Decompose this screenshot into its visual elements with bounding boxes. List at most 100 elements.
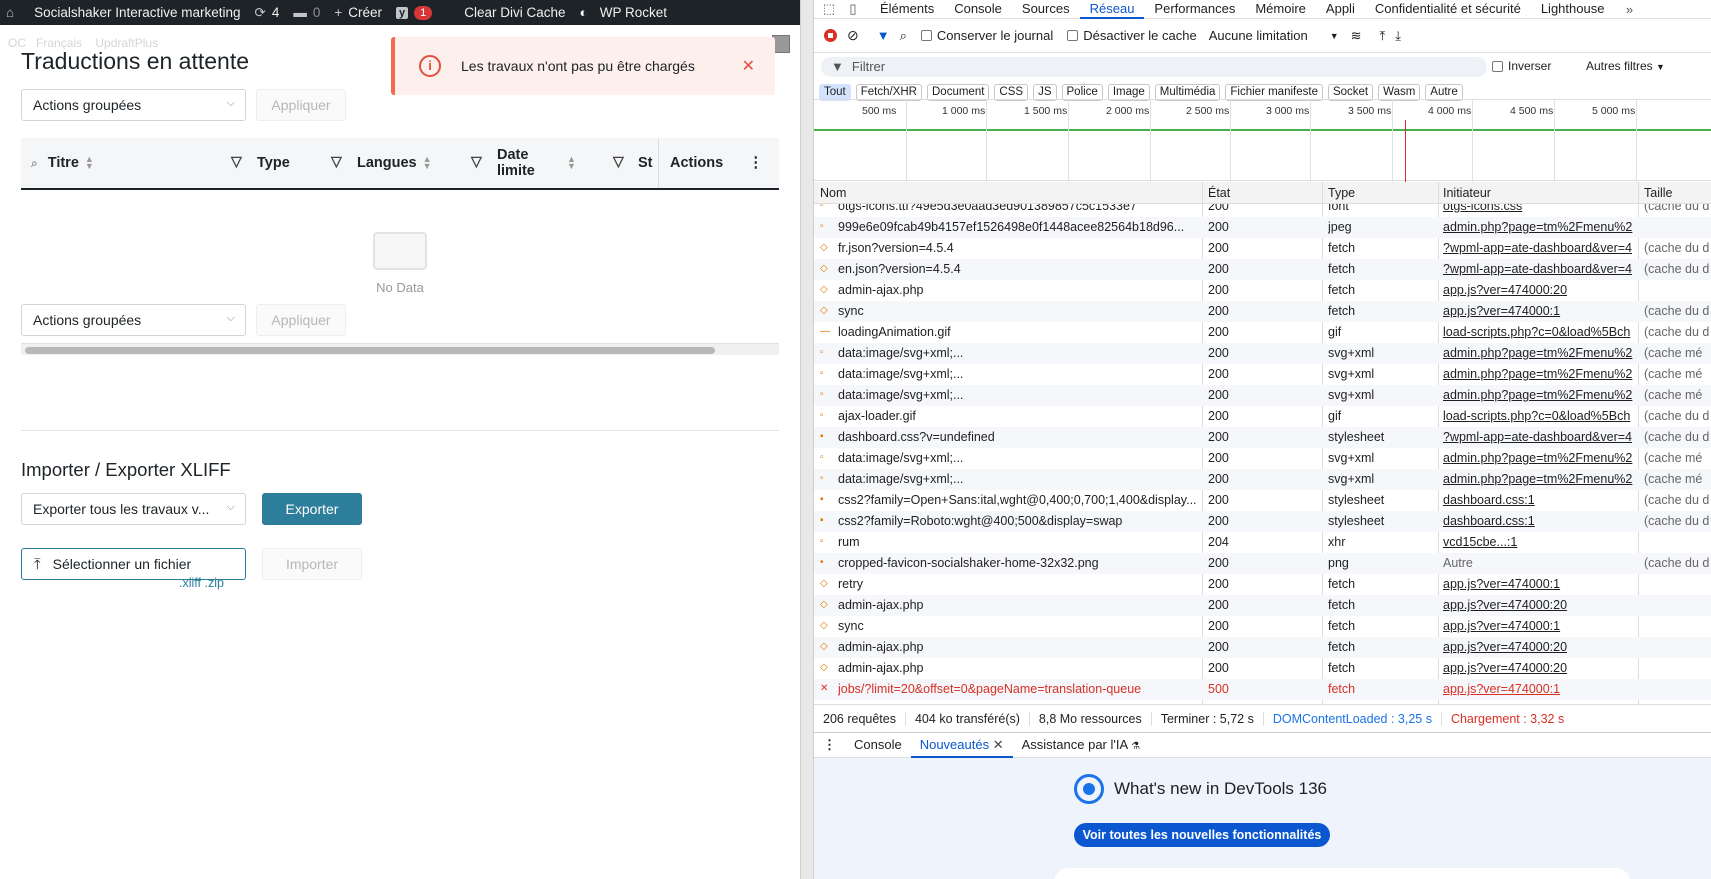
device-toolbar-icon[interactable]: ▯: [844, 1, 862, 17]
devtools-tab-3[interactable]: Réseau: [1079, 0, 1145, 19]
filter-chip-0[interactable]: Tout: [819, 83, 851, 101]
request-row[interactable]: ◇ fr.json?version=4.5.4 200 fetch ?wpml-app=…: [814, 238, 1711, 259]
table-scrollbar[interactable]: [21, 343, 779, 355]
column-initiator[interactable]: Initiateur: [1443, 186, 1491, 200]
close-icon[interactable]: ✕: [993, 737, 1004, 752]
request-row[interactable]: ✕ jobs/?limit=20&offset=0&pageName=transl…: [814, 679, 1711, 700]
home-icon[interactable]: ⌂: [6, 5, 20, 20]
request-row[interactable]: ▫ rum 204 xhr vcd15cbe...:1: [814, 532, 1711, 553]
pane-resizer[interactable]: [800, 0, 814, 879]
record-button[interactable]: [824, 29, 837, 42]
request-row[interactable]: ◇ sync 200 fetch app.js?ver=474000:1 (cache d…: [814, 301, 1711, 322]
filter-chip-8[interactable]: Fichier manifeste: [1225, 83, 1323, 101]
request-row[interactable]: ▫ 999e6e09fcab49b4157ef1526498e0f1448acee…: [814, 217, 1711, 238]
wp-rocket-menu[interactable]: ◐ WP Rocket: [580, 5, 667, 20]
preserve-log-checkbox[interactable]: Conserver le journal: [920, 28, 1053, 43]
filter-chip-1[interactable]: Fetch/XHR: [855, 83, 922, 101]
request-row[interactable]: ▪ dashboard.css?v=undefined 200 stylesheet?…: [814, 427, 1711, 448]
filter-chip-5[interactable]: Police: [1061, 83, 1103, 101]
import-button[interactable]: Importer: [262, 548, 362, 580]
request-initiator[interactable]: admin.php?page=tm%2Fmenu%2: [1443, 451, 1633, 465]
drawer-tab-console[interactable]: Console: [845, 733, 911, 758]
filter-chip-9[interactable]: Socket: [1327, 83, 1374, 101]
clear-divi-cache-link[interactable]: Clear Divi Cache: [464, 5, 565, 20]
request-initiator[interactable]: admin.php?page=tm%2Fmenu%2: [1443, 388, 1633, 402]
request-initiator[interactable]: app.js?ver=474000:20: [1443, 640, 1633, 654]
request-row[interactable]: ◇ sync 200 fetch app.js?ver=474000:1: [814, 616, 1711, 637]
request-row[interactable]: — loadingAnimation.gif 200 gif load-scripts.…: [814, 322, 1711, 343]
devtools-tab-8[interactable]: Lighthouse: [1531, 0, 1615, 19]
import-har-icon[interactable]: ⤒: [1380, 28, 1386, 44]
request-row[interactable]: ◇ admin-ajax.php 200 fetch app.js?ver=474000…: [814, 280, 1711, 301]
request-initiator[interactable]: vcd15cbe...:1: [1443, 535, 1633, 549]
request-initiator[interactable]: app.js?ver=474000:1: [1443, 304, 1633, 318]
request-initiator[interactable]: app.js?ver=474000:1: [1443, 619, 1633, 633]
filter-chip-2[interactable]: Document: [927, 83, 990, 101]
request-initiator[interactable]: app.js?ver=474000:1: [1443, 577, 1633, 591]
request-row[interactable]: ▫ data:image/svg+xml;... 200 svg+xml admin.p…: [814, 469, 1711, 490]
request-initiator[interactable]: admin.php?page=tm%2Fmenu%2: [1443, 346, 1633, 360]
export-button[interactable]: Exporter: [262, 493, 362, 525]
request-initiator[interactable]: app.js?ver=474000:20: [1443, 283, 1633, 297]
drawer-tab-whats-new[interactable]: Nouveautés ✕: [910, 733, 1013, 758]
request-row[interactable]: ▫ data:image/svg+xml;... 200 svg+xml admin.p…: [814, 448, 1711, 469]
apply-button-top[interactable]: Appliquer: [256, 89, 346, 121]
request-initiator[interactable]: load-scripts.php?c=0&load%5Bch: [1443, 409, 1633, 423]
devtools-tab-4[interactable]: Performances: [1144, 0, 1245, 19]
request-row[interactable]: ◇ retry 200 fetch app.js?ver=474000:1: [814, 574, 1711, 595]
column-name[interactable]: Nom: [820, 186, 846, 200]
request-initiator[interactable]: app.js?ver=474000:1: [1443, 682, 1633, 696]
devtools-tab-1[interactable]: Console: [944, 0, 1012, 19]
request-row[interactable]: ▫ data:image/svg+xml;... 200 svg+xml admin.p…: [814, 343, 1711, 364]
request-row[interactable]: ▫ data:image/svg+xml;... 200 svg+xml admin.p…: [814, 364, 1711, 385]
request-row[interactable]: ◇ admin-ajax.php 200 fetch app.js?ver=474000…: [814, 595, 1711, 616]
request-row[interactable]: • cropped-favicon-socialshaker-home-32x32…: [814, 553, 1711, 574]
more-tabs-icon[interactable]: »: [1620, 2, 1638, 17]
column-languages[interactable]: Langues ▲ ▼: [357, 138, 432, 188]
network-overview-timeline[interactable]: 500 ms 1 000 ms 1 500 ms 2 000 ms 2 500 ms 3 …: [814, 99, 1711, 182]
request-initiator[interactable]: admin.php?page=tm%2Fmenu%2: [1443, 220, 1633, 234]
disable-cache-checkbox[interactable]: Désactiver le cache: [1067, 28, 1197, 43]
devtools-tab-7[interactable]: Confidentialité et sécurité: [1365, 0, 1531, 19]
scrollbar-thumb[interactable]: [25, 347, 715, 354]
request-row[interactable]: ▫ data:image/svg+xml;... 200 svg+xml admin.p…: [814, 385, 1711, 406]
request-initiator[interactable]: ?wpml-app=ate-dashboard&ver=4: [1443, 430, 1633, 444]
devtools-tab-5[interactable]: Mémoire: [1245, 0, 1316, 19]
devtools-tab-2[interactable]: Sources: [1012, 0, 1080, 19]
filter-chip-11[interactable]: Autre: [1425, 83, 1463, 101]
network-conditions-icon[interactable]: ≋: [1351, 28, 1362, 44]
column-title[interactable]: ⌕ Titre ▲ ▼: [31, 138, 94, 188]
drawer-tab-ai-assistance[interactable]: Assistance par l'IA ⚗: [1013, 733, 1149, 758]
devtools-tab-6[interactable]: Appli: [1316, 0, 1365, 19]
request-initiator[interactable]: ?wpml-app=ate-dashboard&ver=4: [1443, 241, 1633, 255]
column-type[interactable]: Type: [1328, 186, 1355, 200]
clear-icon[interactable]: ⊘: [847, 27, 859, 44]
invert-checkbox[interactable]: Inverser: [1492, 59, 1551, 73]
more-vertical-icon[interactable]: ⋮: [749, 155, 764, 171]
request-initiator[interactable]: app.js?ver=474000:20: [1443, 598, 1633, 612]
column-deadline[interactable]: Date limite: [497, 138, 535, 188]
request-row[interactable]: ◇ admin-ajax.php 200 fetch app.js?ver=474000…: [814, 637, 1711, 658]
request-row[interactable]: ◇ en.json?version=4.5.4 200 fetch ?wpml-app=…: [814, 259, 1711, 280]
request-initiator[interactable]: ?wpml-app=ate-dashboard&ver=4: [1443, 262, 1633, 276]
request-initiator[interactable]: dashboard.css:1: [1443, 493, 1633, 507]
filter-chip-10[interactable]: Wasm: [1378, 83, 1421, 101]
filter-icon[interactable]: ▽: [231, 153, 242, 170]
bulk-actions-select-top[interactable]: Actions groupées ⌵: [21, 89, 246, 121]
filter-chip-7[interactable]: Multimédia: [1154, 83, 1221, 101]
create-link[interactable]: + Créer: [334, 5, 382, 20]
search-icon[interactable]: ⌕: [900, 28, 907, 44]
filter-input[interactable]: ▼ Filtrer: [821, 57, 1487, 77]
filter-icon[interactable]: ▽: [471, 153, 482, 170]
request-row[interactable]: ▫ otgs-icons.ttf?49e5d3e0aad3ed901389857c…: [814, 204, 1711, 217]
bulk-actions-select-bottom[interactable]: Actions groupées ⌵: [21, 304, 246, 336]
column-status[interactable]: St: [638, 138, 653, 188]
filter-icon[interactable]: ▽: [613, 153, 624, 170]
drawer-menu-icon[interactable]: ⋮: [814, 733, 845, 758]
devtools-tab-0[interactable]: Éléments: [870, 0, 944, 19]
yoast-menu[interactable]: y1: [396, 5, 433, 20]
filter-icon[interactable]: ▽: [331, 153, 342, 170]
request-row[interactable]: ◇ admin-ajax.php 200 fetch app.js?ver=474000…: [814, 658, 1711, 679]
comments-link[interactable]: ▬ 0: [293, 5, 320, 20]
request-row[interactable]: ▪ css2?family=Roboto:wght@400;500&display…: [814, 511, 1711, 532]
